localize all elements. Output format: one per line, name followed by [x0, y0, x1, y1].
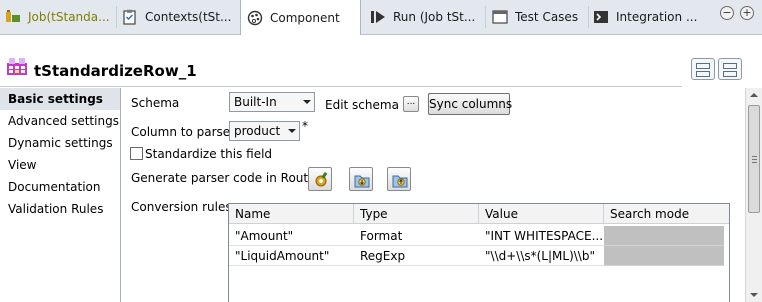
column-header-search-mode[interactable]: Search mode: [604, 204, 729, 224]
column-to-parse-value: product: [234, 124, 281, 138]
conversion-rules-label: Conversion rules: [131, 200, 232, 214]
basic-settings-panel: Schema Built-In Edit schema ... Sync col…: [122, 88, 744, 302]
list-view-button[interactable]: [718, 58, 742, 80]
column-header-name[interactable]: Name: [229, 204, 354, 224]
rule-type-cell[interactable]: Format: [354, 226, 479, 246]
sidebar-item-documentation[interactable]: Documentation: [0, 176, 120, 198]
component-grid-icon: [6, 58, 28, 76]
grid-view-button[interactable]: [691, 58, 715, 80]
scroll-down-icon[interactable]: [750, 293, 758, 297]
title-divider: [0, 86, 682, 87]
vertical-scrollbar[interactable]: [745, 88, 762, 302]
job-icon: [4, 9, 22, 25]
column-to-parse-select[interactable]: product: [229, 121, 300, 141]
rule-search-mode-cell[interactable]: [604, 246, 724, 266]
tab-divider: [588, 6, 589, 28]
generate-parser-label: Generate parser code in Routines: [131, 171, 333, 185]
table-row[interactable]: "LiquidAmount" RegExp "\\d+\\s*(L|ML)\\b…: [229, 246, 729, 266]
run-icon: [369, 9, 387, 25]
rule-name-cell[interactable]: "Amount": [229, 226, 354, 246]
gear-wand-icon: [315, 171, 328, 187]
integration-icon: [592, 9, 610, 25]
tab-label: Contexts(tSt...: [145, 10, 232, 24]
chevron-down-icon: [303, 100, 311, 104]
tab-divider: [116, 6, 117, 28]
tab-component[interactable]: Component: [240, 0, 361, 35]
import-rules-button[interactable]: [349, 167, 373, 191]
sidebar-item-basic-settings[interactable]: Basic settings: [0, 88, 120, 110]
import-icon: [354, 175, 370, 188]
rule-value-cell[interactable]: "INT WHITESPACE...: [479, 226, 604, 246]
scroll-up-icon[interactable]: [750, 93, 758, 97]
column-to-parse-label: Column to parse: [131, 125, 231, 139]
tab-job[interactable]: Job(tStanda...: [4, 0, 114, 34]
schema-select[interactable]: Built-In: [229, 92, 315, 112]
chevron-down-icon: [288, 129, 296, 133]
test-cases-icon: [491, 9, 509, 25]
edit-schema-button[interactable]: ...: [403, 96, 419, 112]
rule-type-cell[interactable]: RegExp: [354, 246, 479, 266]
component-icon: [246, 10, 264, 26]
settings-sidebar: Basic settings Advanced settings Dynamic…: [0, 88, 121, 302]
column-header-type[interactable]: Type: [354, 204, 479, 224]
conversion-rules-table: Name Type Value Search mode "Amount" For…: [228, 203, 730, 302]
export-icon: [392, 175, 408, 188]
rule-value-cell[interactable]: "\\d+\\s*(L|ML)\\b": [479, 246, 604, 266]
edit-schema-label: Edit schema: [325, 98, 399, 112]
tab-label: Test Cases: [515, 10, 579, 24]
maximize-view-icon[interactable]: +: [740, 6, 754, 20]
column-header-value[interactable]: Value: [479, 204, 604, 224]
contexts-icon: [121, 9, 139, 25]
sidebar-item-advanced-settings[interactable]: Advanced settings: [0, 110, 120, 132]
tab-integration[interactable]: Integration ...: [592, 0, 700, 34]
table-header: Name Type Value Search mode: [229, 204, 729, 224]
sidebar-item-dynamic-settings[interactable]: Dynamic settings: [0, 132, 120, 154]
tab-label: Run (Job tSt...: [393, 10, 476, 24]
sidebar-item-view[interactable]: View: [0, 154, 120, 176]
generate-parser-button[interactable]: [308, 167, 332, 191]
rule-name-cell[interactable]: "LiquidAmount": [229, 246, 354, 266]
tab-run[interactable]: Run (Job tSt...: [369, 0, 483, 34]
export-rules-button[interactable]: [387, 167, 411, 191]
table-row[interactable]: "Amount" Format "INT WHITESPACE...: [229, 226, 729, 246]
tab-divider: [485, 6, 486, 28]
standardize-field-label: Standardize this field: [145, 147, 273, 161]
component-title: tStandardizeRow_1: [34, 62, 197, 80]
schema-select-value: Built-In: [234, 95, 277, 109]
editor-tab-bar: Job(tStanda... Contexts(tSt... Component…: [0, 0, 762, 35]
standardize-field-checkbox[interactable]: [130, 147, 143, 160]
tab-label: Component: [270, 10, 340, 25]
sidebar-item-validation-rules[interactable]: Validation Rules: [0, 198, 120, 220]
required-marker: *: [302, 119, 308, 133]
sync-columns-button[interactable]: Sync columns: [428, 93, 512, 115]
tab-contexts[interactable]: Contexts(tSt...: [121, 0, 237, 34]
minimize-view-icon[interactable]: −: [720, 6, 734, 20]
tab-test-cases[interactable]: Test Cases: [491, 0, 587, 34]
scrollbar-thumb[interactable]: [748, 105, 760, 213]
schema-label: Schema: [131, 96, 180, 110]
rule-search-mode-cell[interactable]: [604, 226, 724, 246]
component-title-bar: tStandardizeRow_1: [0, 36, 762, 88]
tab-label: Integration ...: [616, 10, 698, 24]
tab-label: Job(tStanda...: [28, 10, 110, 24]
